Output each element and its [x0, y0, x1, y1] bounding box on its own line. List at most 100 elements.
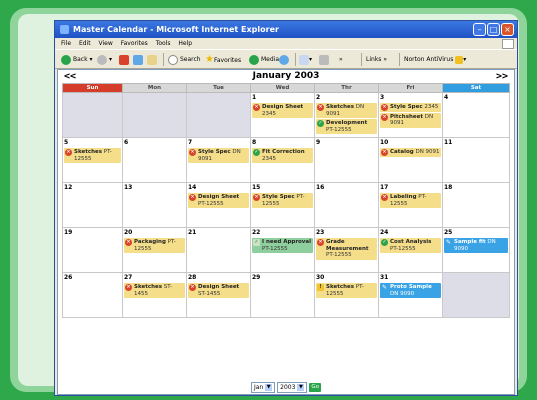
calendar-event[interactable]: ✓ Cost Analysis PT-12555	[380, 238, 441, 253]
day-cell[interactable]: 10 × Catalog DN 9091	[378, 137, 443, 183]
calendar-event[interactable]: ✓ Fit Correction 2345	[252, 148, 313, 163]
event-title: Pitchsheet	[390, 113, 423, 120]
weekday-sat: Sat	[442, 83, 510, 93]
home-button[interactable]	[147, 53, 157, 66]
day-cell[interactable]: 30 ! Sketches PT-12555	[314, 272, 379, 318]
day-number: 20	[124, 229, 133, 236]
day-cell[interactable]: 12	[62, 182, 123, 228]
day-cell[interactable]: 27 × Sketches ST-1455	[122, 272, 187, 318]
calendar-event[interactable]: × Labeling PT-12555	[380, 193, 441, 208]
x-circle-icon: ×	[381, 194, 388, 201]
month-select[interactable]: Jan ▼	[250, 382, 276, 393]
day-number: 14	[188, 184, 197, 191]
chevron-icon[interactable]: »	[339, 53, 343, 66]
green-frame: Master Calendar - Microsoft Internet Exp…	[0, 0, 537, 400]
norton-label: Norton AntiVirus	[404, 56, 454, 63]
event-title: Packaging	[134, 239, 166, 245]
calendar-event[interactable]: × Sketches DN 9091	[316, 103, 377, 118]
day-number: 16	[316, 184, 325, 191]
day-cell[interactable]: 19	[62, 227, 123, 273]
x-circle-icon: ×	[189, 284, 196, 291]
day-cell[interactable]: 22 ✓ I need Approval PT-12555	[250, 227, 315, 273]
day-cell[interactable]: 13	[122, 182, 187, 228]
calendar-event[interactable]: × Pitchsheet DN 9091	[380, 112, 441, 128]
day-cell[interactable]: 1 × Design Sheet 2345	[250, 92, 315, 138]
day-cell[interactable]: 2 × Sketches DN 9091 ✓ Development PT-12555	[314, 92, 379, 138]
day-cell[interactable]: 16	[314, 182, 379, 228]
day-cell[interactable]: 21	[186, 227, 251, 273]
menu-favorites[interactable]: Favorites	[121, 40, 148, 47]
day-cell[interactable]: 20 × Packaging PT-12555	[122, 227, 187, 273]
week-row: 12 13 14 × Design Sheet PT-12555 15 × Style Spe…	[62, 182, 510, 228]
day-cell[interactable]: 9	[314, 137, 379, 183]
menu-view[interactable]: View	[99, 40, 113, 47]
weekday-header-row: Sun Mon Tue Wed Thr Fri Sat	[62, 83, 510, 93]
day-number: 30	[316, 274, 325, 281]
day-cell[interactable]: 31 ✎ Proto Sample DN 9090	[378, 272, 443, 318]
print-button[interactable]	[319, 53, 329, 66]
calendar-event[interactable]: × Catalog DN 9091	[380, 148, 441, 157]
day-cell[interactable]: 15 × Style Spec PT-12555	[250, 182, 315, 228]
day-cell[interactable]: 24 ✓ Cost Analysis PT-12555	[378, 227, 443, 273]
event-title: Proto Sample	[390, 284, 432, 290]
calendar-event[interactable]: × Design Sheet PT-12555	[188, 193, 249, 208]
calendar-event[interactable]: × Grade Measurement PT-12555	[316, 238, 377, 260]
year-select[interactable]: 2003 ▼	[277, 382, 308, 393]
day-cell[interactable]: 29	[250, 272, 315, 318]
calendar-event[interactable]: ✎ Sample fit DN 9090	[444, 238, 508, 253]
day-cell[interactable]: 18	[442, 182, 510, 228]
media-button[interactable]: Media	[249, 53, 279, 66]
day-cell[interactable]: 17 × Labeling PT-12555	[378, 182, 443, 228]
day-cell[interactable]: 28 × Design Sheet ST-1455	[186, 272, 251, 318]
day-cell[interactable]: 11	[442, 137, 510, 183]
minimize-button[interactable]: –	[473, 23, 486, 36]
menu-tools[interactable]: Tools	[156, 40, 171, 47]
norton-antivirus-button[interactable]: Norton AntiVirus ▾	[399, 53, 466, 66]
day-cell[interactable]: 23 × Grade Measurement PT-12555	[314, 227, 379, 273]
day-cell[interactable]: 5 × Sketches PT-12555	[62, 137, 123, 183]
calendar-event[interactable]: × Style Spec DN 9091	[188, 148, 249, 163]
refresh-button[interactable]	[133, 53, 143, 66]
day-cell[interactable]: 3 × Style Spec 2345 × Pitchsheet DN 9091	[378, 92, 443, 138]
history-button[interactable]	[279, 53, 291, 66]
menu-file[interactable]: File	[61, 40, 71, 47]
calendar-event[interactable]: × Design Sheet ST-1455	[188, 283, 249, 298]
calendar-event[interactable]: × Sketches ST-1455	[124, 283, 185, 298]
day-cell[interactable]: 6	[122, 137, 187, 183]
search-button[interactable]: Search	[168, 53, 201, 66]
menu-help[interactable]: Help	[178, 40, 192, 47]
forward-button[interactable]: ▾	[97, 53, 112, 66]
day-cell[interactable]: 4	[442, 92, 510, 138]
day-cell[interactable]: 25 ✎ Sample fit DN 9090	[442, 227, 510, 273]
close-button[interactable]: ×	[501, 23, 514, 36]
go-button[interactable]: Go	[309, 383, 321, 392]
next-month-link[interactable]: >>	[496, 70, 508, 83]
calendar-event[interactable]: ✎ Proto Sample DN 9090	[380, 283, 441, 298]
event-code: PT-12555	[326, 126, 352, 133]
day-cell[interactable]: 8 ✓ Fit Correction 2345	[250, 137, 315, 183]
stop-button[interactable]	[119, 53, 129, 66]
calendar-event[interactable]: ✓ I need Approval PT-12555	[252, 238, 313, 253]
day-cell[interactable]: 26	[62, 272, 123, 318]
calendar-event[interactable]: × Design Sheet 2345	[252, 103, 313, 118]
back-button[interactable]: Back ▾	[61, 53, 93, 66]
maximize-button[interactable]: □	[487, 23, 500, 36]
calendar-grid: Sun Mon Tue Wed Thr Fri Sat 1 × Design She…	[62, 83, 510, 318]
day-cell[interactable]: 14 × Design Sheet PT-12555	[186, 182, 251, 228]
calendar-event[interactable]: × Style Spec 2345	[380, 103, 441, 112]
favorites-button[interactable]: ★Favorites	[205, 53, 241, 66]
x-circle-icon: ×	[317, 239, 324, 246]
calendar-event[interactable]: × Sketches PT-12555	[64, 148, 121, 163]
star-icon: ★	[205, 54, 214, 65]
calendar-event[interactable]: ! Sketches PT-12555	[316, 283, 377, 298]
mail-button[interactable]: ▾	[299, 53, 312, 66]
menu-edit[interactable]: Edit	[79, 40, 91, 47]
calendar-event[interactable]: ✓ Development PT-12555	[316, 119, 377, 134]
calendar-event[interactable]: × Style Spec PT-12555	[252, 193, 313, 208]
month-nav: << January 2003 >>	[58, 70, 514, 83]
calendar-event[interactable]: × Packaging PT-12555	[124, 238, 185, 253]
links-button[interactable]: Links »	[361, 53, 387, 66]
day-cell[interactable]: 7 × Style Spec DN 9091	[186, 137, 251, 183]
day-number: 27	[124, 274, 133, 281]
day-number: 23	[316, 229, 325, 236]
